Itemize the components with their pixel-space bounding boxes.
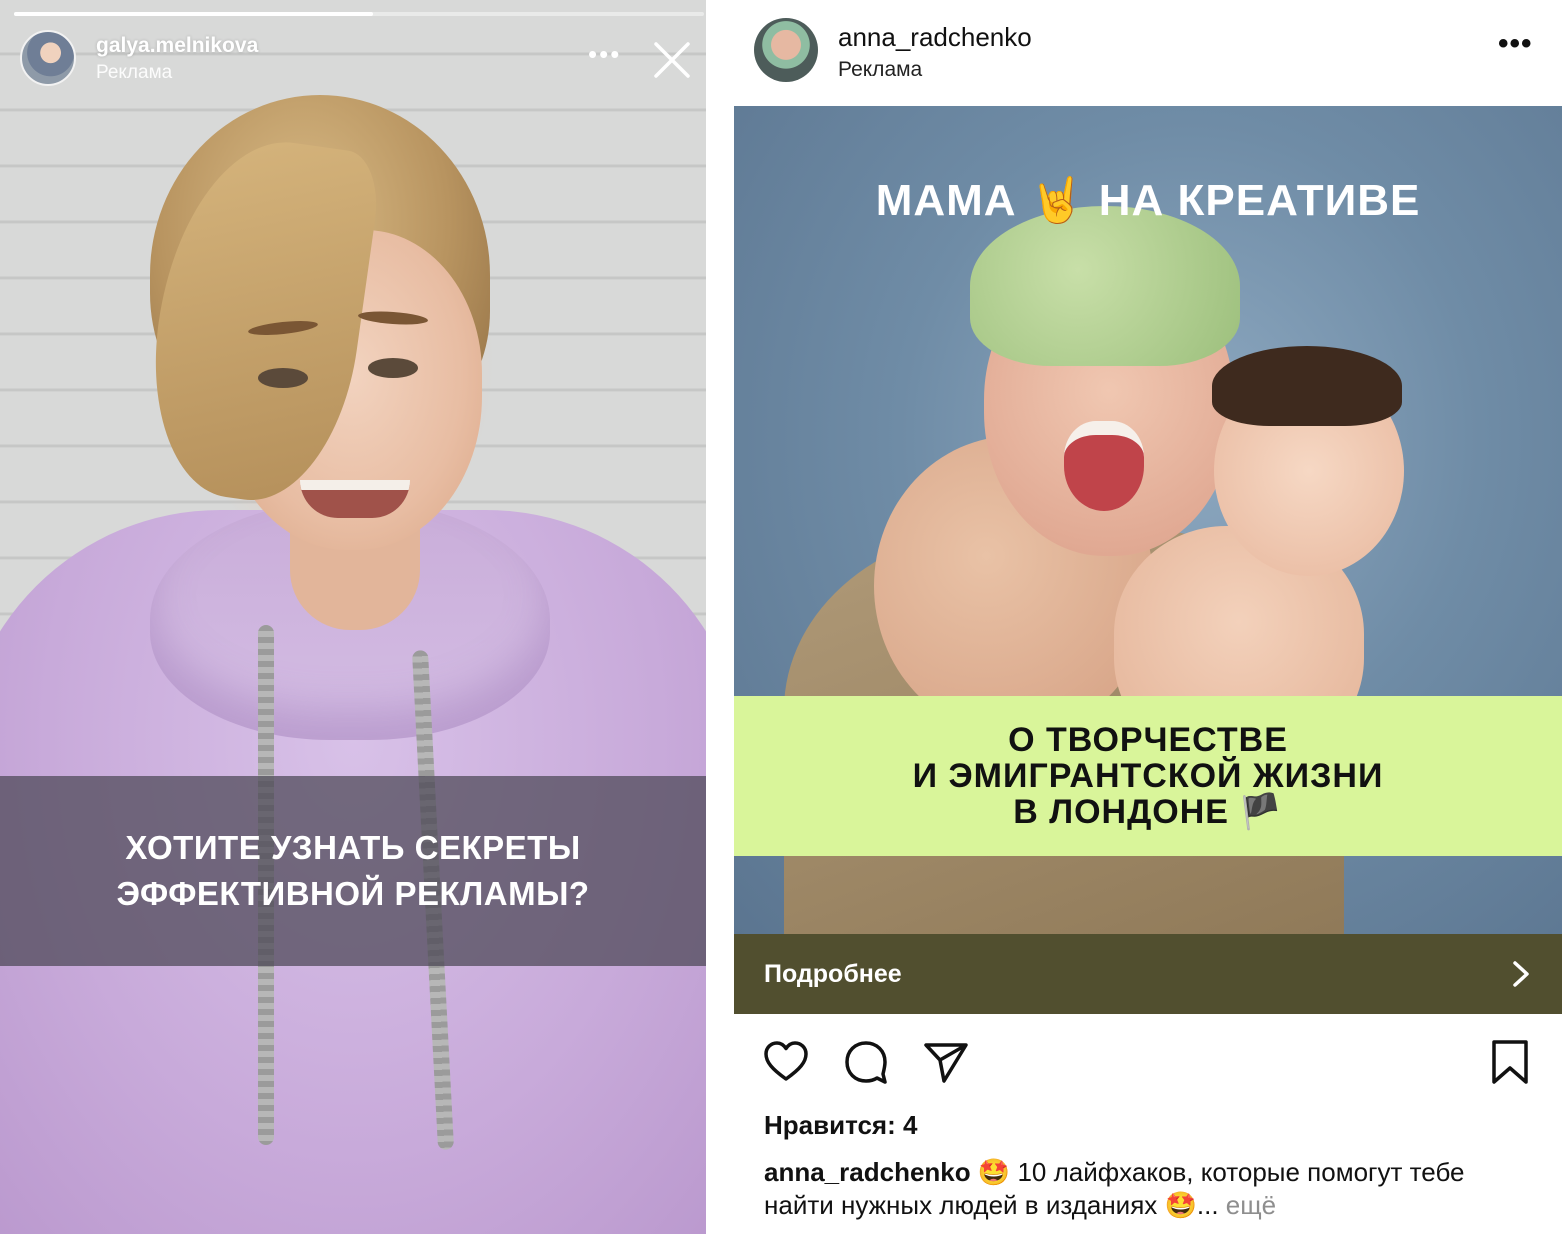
post-photo-mom-mouth: [1064, 421, 1144, 511]
post-sponsored-label: Реклама: [838, 58, 923, 81]
more-horizontal-icon[interactable]: •••: [588, 41, 621, 67]
heart-icon[interactable]: [762, 1038, 810, 1086]
chevron-right-icon: [1513, 961, 1529, 987]
story-ad[interactable]: galya.melnikova Реклама ••• ХОТИТЕ УЗНАТ…: [0, 0, 706, 1234]
story-sponsored-label: Реклама: [96, 62, 173, 83]
post-username[interactable]: anna_radchenko: [838, 22, 1032, 53]
post-avatar[interactable]: [754, 18, 818, 82]
story-progress-fill: [14, 12, 373, 16]
close-icon[interactable]: [648, 36, 696, 84]
story-overlay-line: ХОТИТЕ УЗНАТЬ СЕКРЕТЫ: [125, 829, 581, 866]
caption-more-link[interactable]: ещё: [1219, 1190, 1276, 1220]
story-text-overlay: ХОТИТЕ УЗНАТЬ СЕКРЕТЫ ЭФФЕКТИВНОЙ РЕКЛАМ…: [0, 776, 706, 966]
story-avatar[interactable]: [20, 30, 76, 86]
bookmark-icon[interactable]: [1486, 1038, 1534, 1086]
feed-post-ad: anna_radchenko Реклама ••• МАМА 🤘 НА КРЕ…: [734, 0, 1562, 1234]
story-photo-eye: [368, 358, 418, 378]
story-progress-bar: [14, 12, 704, 16]
likes-count[interactable]: Нравится: 4: [764, 1110, 917, 1141]
learn-more-label: Подробнее: [764, 959, 902, 988]
post-image[interactable]: МАМА 🤘 НА КРЕАТИВЕ О ТВОРЧЕСТВЕ И ЭМИГРА…: [734, 106, 1562, 934]
story-overlay-line: ЭФФЕКТИВНОЙ РЕКЛАМЫ?: [116, 875, 590, 912]
story-photo-eye: [258, 368, 308, 388]
story-username[interactable]: galya.melnikova: [96, 34, 258, 58]
send-icon[interactable]: [922, 1038, 970, 1086]
comment-icon[interactable]: [842, 1038, 890, 1086]
post-photo-baby-hair: [1212, 346, 1402, 426]
post-image-band: О ТВОРЧЕСТВЕ И ЭМИГРАНТСКОЙ ЖИЗНИ В ЛОНД…: [734, 696, 1562, 856]
post-image-band-line: О ТВОРЧЕСТВЕ: [1008, 721, 1288, 759]
post-photo-mom-hair: [970, 206, 1240, 366]
caption-username[interactable]: anna_radchenko: [764, 1157, 971, 1187]
post-caption: anna_radchenko 🤩 10 лайфхаков, которые п…: [764, 1156, 1534, 1222]
learn-more-button[interactable]: Подробнее: [734, 934, 1562, 1014]
post-image-band-line: И ЭМИГРАНТСКОЙ ЖИЗНИ: [912, 757, 1384, 795]
post-image-title: МАМА 🤘 НА КРЕАТИВЕ: [875, 176, 1421, 225]
post-actions-bar: [734, 1030, 1562, 1090]
post-image-band-line: В ЛОНДОНЕ 🏴: [1013, 793, 1283, 831]
more-horizontal-icon[interactable]: •••: [1498, 29, 1533, 59]
